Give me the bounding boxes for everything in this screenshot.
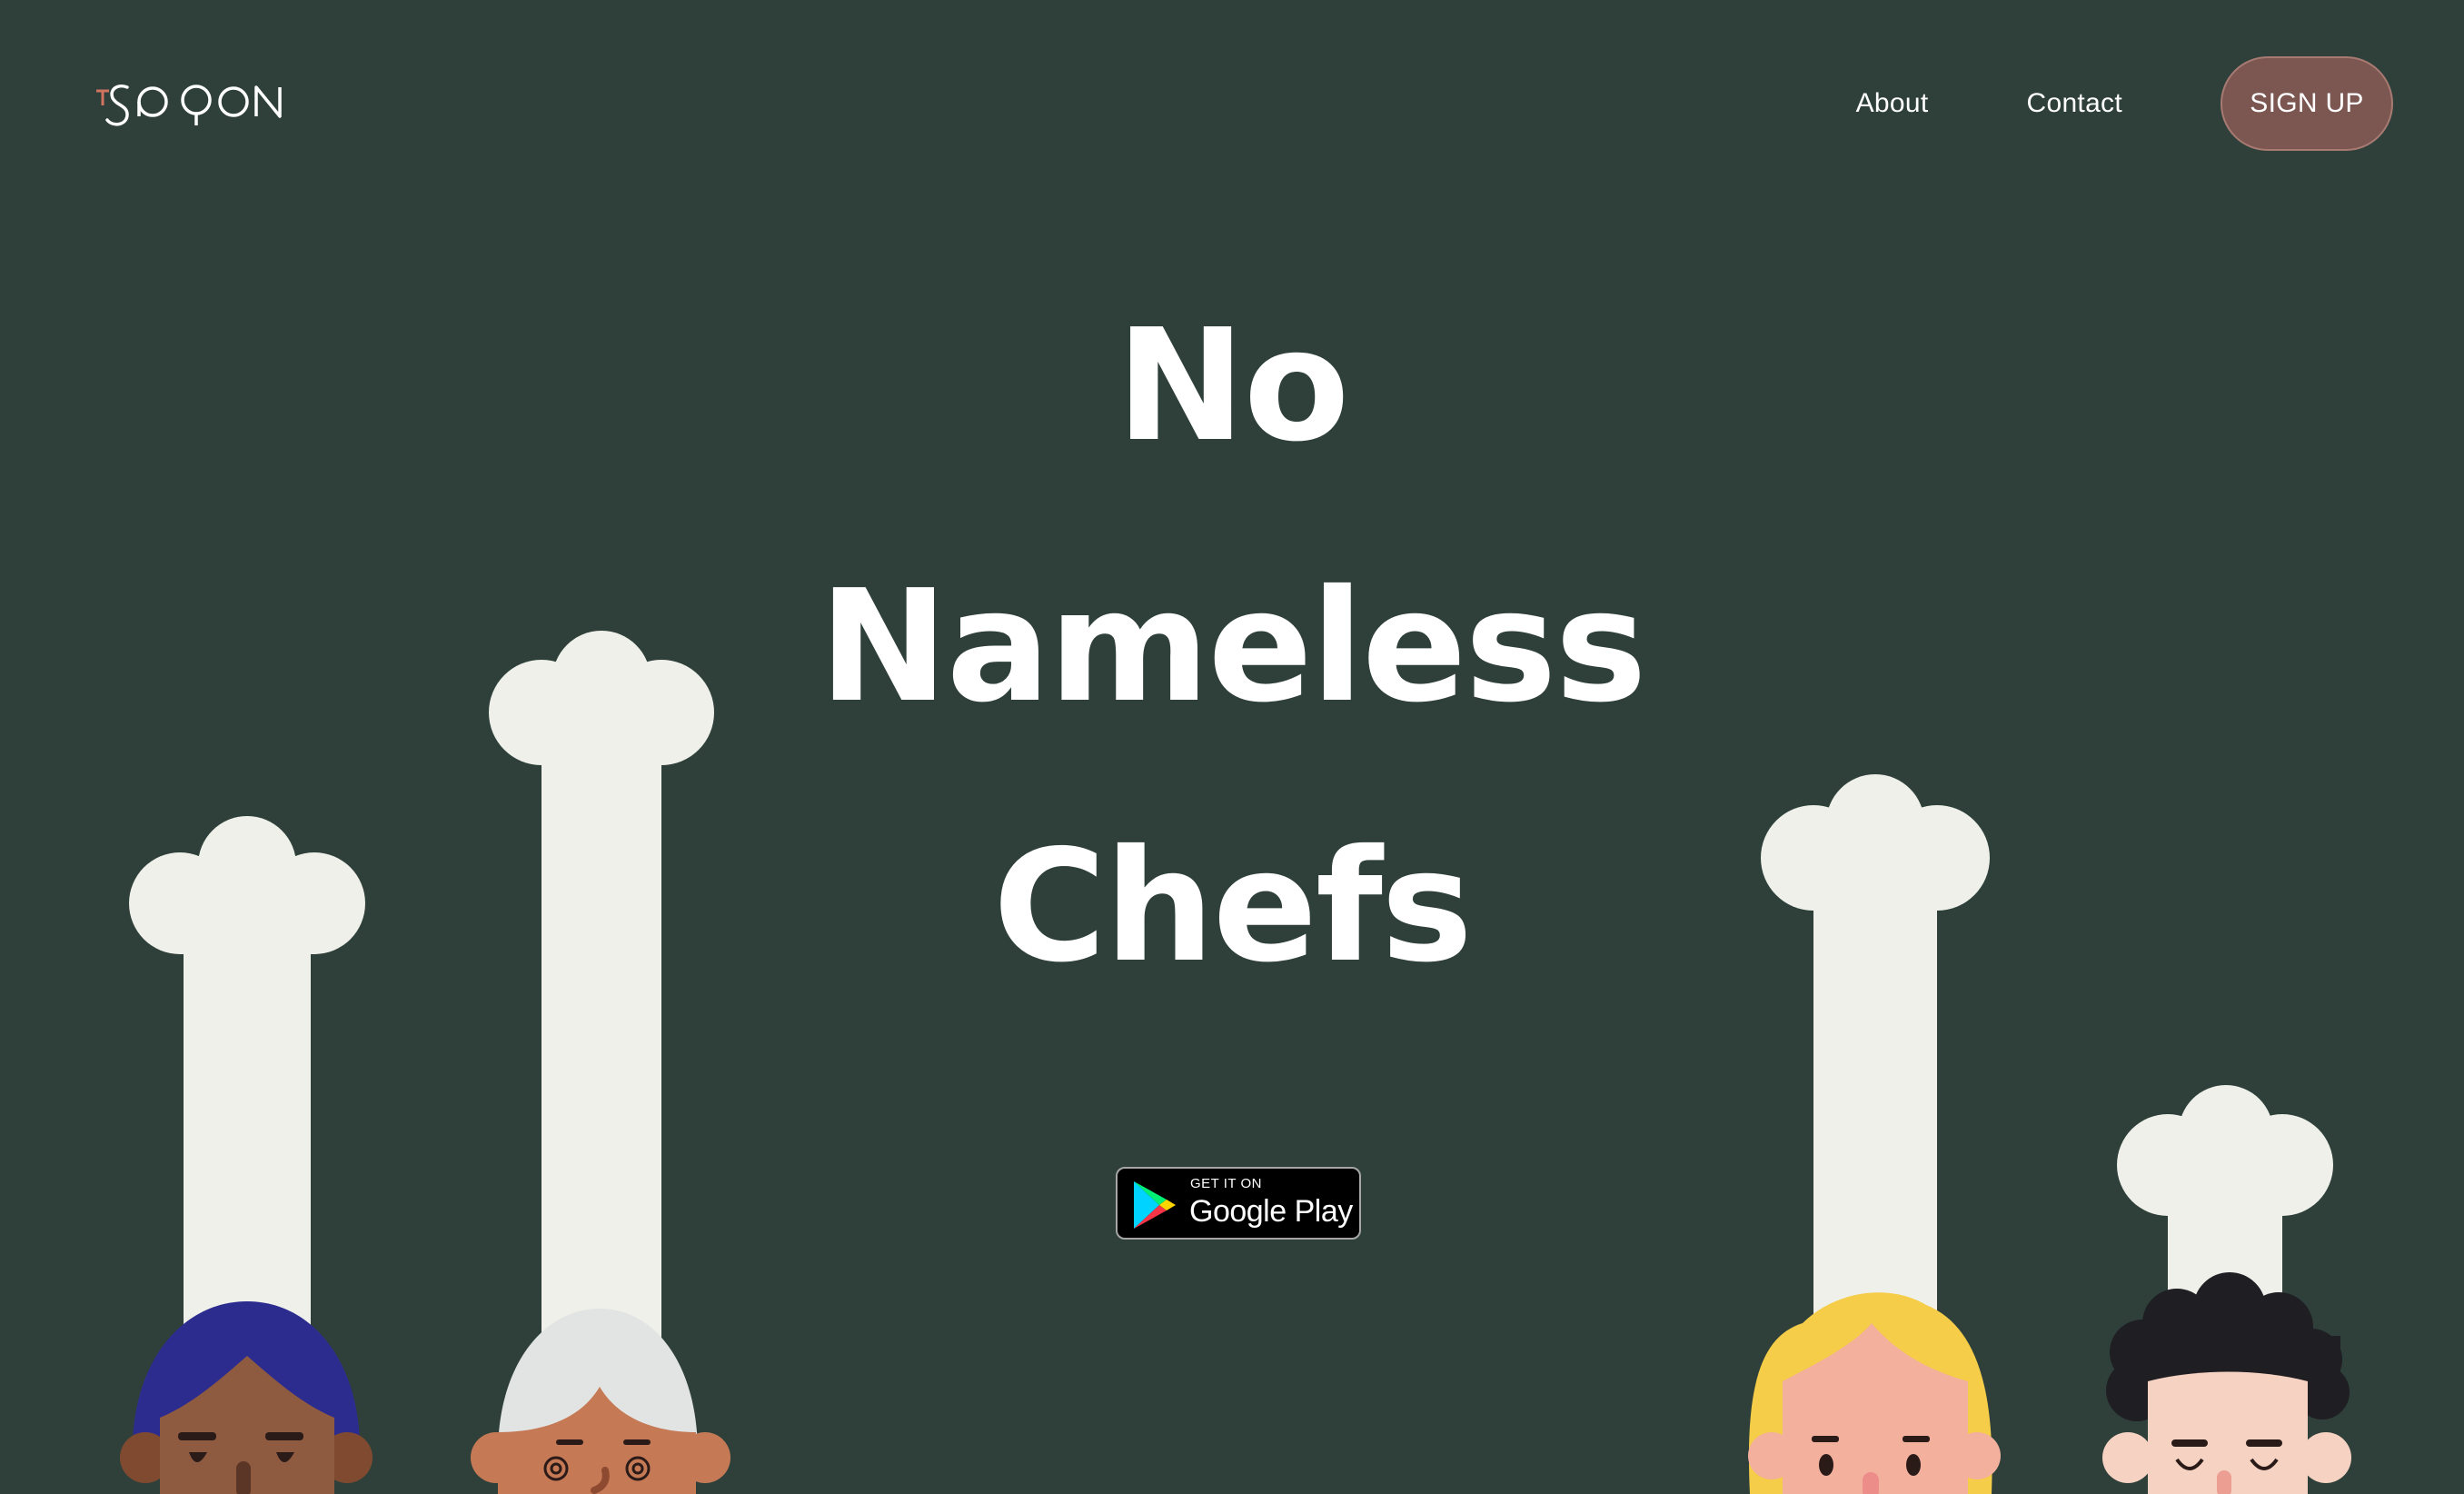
chefs-illustration (120, 631, 2351, 1494)
landing-page: About Contact SIGN UP No Nameless Chefs … (0, 0, 2464, 1494)
gray-hair-chef (471, 631, 730, 1494)
curly-hair-chef (2102, 1085, 2351, 1494)
purple-hair-chef (120, 816, 373, 1494)
blonde-chef (1748, 774, 2001, 1494)
